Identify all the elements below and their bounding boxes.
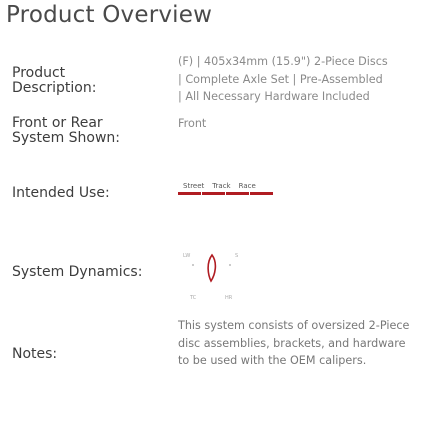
dynamics-radar-icon: [192, 253, 231, 283]
dyn-shape: [207, 253, 217, 283]
description-line-1: (F) | 405x34mm (15.9") 2-Piece Discs: [178, 55, 388, 68]
dyn-point-lw: [192, 264, 194, 266]
use-bar-1: [178, 192, 201, 195]
front-rear-value: Front: [178, 117, 207, 130]
notes-label: Notes:: [12, 346, 58, 362]
intended-use-graphic: Street Track Race: [178, 182, 278, 202]
system-dynamics-label: System Dynamics:: [12, 264, 143, 280]
intended-use-label: Intended Use:: [12, 185, 110, 201]
dyn-point-s: [229, 264, 231, 266]
product-description-value: (F) | 405x34mm (15.9") 2-Piece Discs | C…: [178, 53, 414, 106]
intended-use-bars: [178, 192, 278, 195]
use-category-track: Track: [212, 182, 231, 190]
intended-use-categories: Street Track Race: [178, 182, 278, 190]
product-description-label: Product Description:: [12, 65, 97, 96]
use-bar-2: [202, 192, 225, 195]
description-line-2: | Complete Axle Set | Pre-Assembled: [178, 72, 383, 86]
use-category-race: Race: [238, 182, 256, 190]
use-bar-3: [226, 192, 249, 195]
use-bar-4: [250, 192, 273, 195]
notes-value: This system consists of oversized 2-Piec…: [178, 319, 410, 367]
system-dynamics-graphic: LW S TC HR: [178, 245, 278, 301]
description-line-3: | All Necessary Hardware Included: [178, 90, 370, 103]
use-category-street: Street: [183, 182, 205, 190]
page-title: Product Overview: [6, 2, 213, 28]
front-rear-label: Front or Rear System Shown:: [12, 115, 121, 146]
